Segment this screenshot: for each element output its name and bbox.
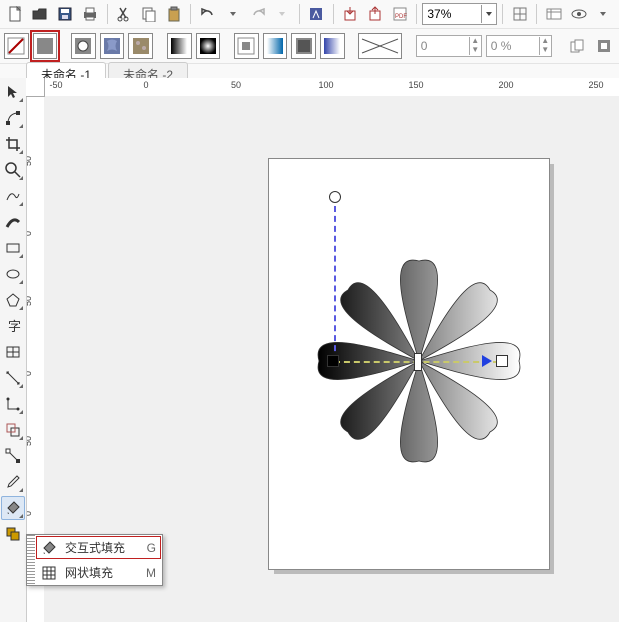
gradient-angle-handle[interactable] [329,191,341,203]
transparency-tool[interactable] [1,444,25,468]
interactive-fill-tool[interactable] [1,496,25,520]
options-button[interactable] [542,2,565,26]
flyout-label: 网状填充 [65,564,138,581]
export-button[interactable] [364,2,387,26]
text-tool[interactable]: 字 [1,314,25,338]
edge-pad-input[interactable] [417,39,469,53]
pdf-button[interactable]: PDF [389,2,412,26]
polygon-tool[interactable] [1,288,25,312]
down-arrow-icon[interactable]: ▼ [469,46,481,55]
eyedropper-tool[interactable] [1,470,25,494]
more-button[interactable] [592,2,615,26]
table-tool[interactable] [1,340,25,364]
redo-dd-button[interactable] [271,2,294,26]
texture-fill-button[interactable] [128,33,153,59]
uniform-fill-button[interactable] [33,33,58,59]
radial-gradient-button[interactable] [196,33,221,59]
gradient-end-handle[interactable] [496,355,508,367]
copy-fill-button[interactable] [565,34,588,58]
smart-fill-tool[interactable] [1,522,25,546]
open-button[interactable] [29,2,52,26]
flyout-item-interactive-fill[interactable]: 交互式填充 G [35,535,162,560]
no-fill-button[interactable] [4,33,29,59]
zoom-dropdown-icon[interactable] [481,5,496,23]
horizontal-ruler[interactable]: -50 0 50 100 150 200 250 [26,78,619,97]
undo-dd-button[interactable] [221,2,244,26]
save-button[interactable] [54,2,77,26]
opacity-input[interactable] [487,39,539,53]
crop-tool[interactable] [1,132,25,156]
flyout-shortcut: G [147,541,156,555]
redo-button[interactable] [246,2,269,26]
main-toolbar: PDF 37% [0,0,619,29]
opacity-spinner[interactable]: ▲▼ [486,35,552,57]
zoom-input[interactable]: 37% [423,7,481,21]
svg-text:PDF: PDF [395,14,407,20]
down-arrow-icon[interactable]: ▼ [539,46,551,55]
zoom-combo[interactable]: 37% [422,3,497,25]
gradient-start-handle[interactable] [327,355,339,367]
flyout-shortcut: M [146,566,156,580]
ellipse-tool[interactable] [1,262,25,286]
undo-button[interactable] [196,2,219,26]
pick-tool[interactable] [1,80,25,104]
postscript-button[interactable] [320,33,345,59]
ruler-origin[interactable] [26,78,45,97]
flyout-grip[interactable] [27,535,35,585]
linear-gradient-button[interactable] [167,33,192,59]
snap-button[interactable] [508,2,531,26]
edit-fill-button[interactable] [592,34,615,58]
two-color-button[interactable] [234,33,259,59]
paste-button[interactable] [162,2,185,26]
flyout-label: 交互式填充 [65,539,139,556]
edge-pad-spinner[interactable]: ▲▼ [416,35,482,57]
search-button[interactable] [305,2,328,26]
fountain-fill-button[interactable] [71,33,96,59]
full-color-button[interactable] [291,33,316,59]
pattern-fill-button[interactable] [100,33,125,59]
artistic-media-tool[interactable] [1,210,25,234]
copy-button[interactable] [137,2,160,26]
mesh-icon [41,565,57,581]
zoom-tool[interactable] [1,158,25,182]
gradient-perpendicular-line[interactable] [334,196,336,361]
connector-tool[interactable] [1,392,25,416]
toolbox: 字 [0,78,27,622]
fill-tool-flyout: 交互式填充 G 网状填充 M [26,534,163,586]
new-doc-button[interactable] [4,2,27,26]
effects-tool[interactable] [1,418,25,442]
preview-button[interactable] [567,2,590,26]
print-button[interactable] [79,2,102,26]
shape-tool[interactable] [1,106,25,130]
gradient-direction-arrow-icon [482,355,492,367]
freehand-tool[interactable] [1,184,25,208]
bucket-icon [41,540,57,556]
dimension-tool[interactable] [1,366,25,390]
rectangle-tool[interactable] [1,236,25,260]
fill-toolbar: ▲▼ ▲▼ [0,29,619,64]
blend-mode-button[interactable] [358,33,402,59]
cut-button[interactable] [113,2,136,26]
flyout-item-mesh-fill[interactable]: 网状填充 M [35,560,162,585]
gradient-midpoint-handle[interactable] [414,353,422,371]
svg-text:字: 字 [8,319,21,334]
import-button[interactable] [339,2,362,26]
bitmap-pattern-button[interactable] [263,33,288,59]
